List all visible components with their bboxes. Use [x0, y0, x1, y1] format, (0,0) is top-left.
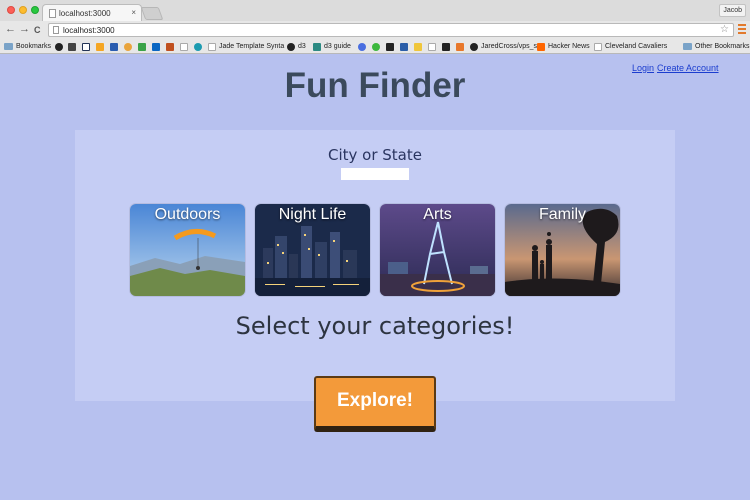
new-tab-button[interactable] — [140, 7, 164, 20]
linkedin-icon — [152, 42, 160, 51]
city-input[interactable] — [341, 168, 409, 180]
bookmark-jaredcross[interactable]: JaredCross/vps_set — [470, 41, 543, 52]
city-label: City or State — [328, 146, 422, 164]
create-account-link[interactable]: Create Account — [657, 63, 719, 73]
bookmark-d3[interactable]: d3 — [287, 41, 306, 52]
bookmark-icon-2[interactable] — [96, 41, 107, 52]
bookmark-label: JaredCross/vps_set — [481, 43, 543, 50]
bookmark-icon-16[interactable] — [456, 41, 467, 52]
page-icon — [428, 42, 436, 51]
bookmark-label: d3 guide — [324, 43, 351, 50]
category-label: Night Life — [278, 206, 347, 223]
minimize-window-button[interactable] — [19, 6, 27, 14]
folder-icon — [4, 43, 13, 50]
category-card-family[interactable]: Family — [505, 204, 620, 296]
bookmark-label: Jade Template Synta — [219, 43, 285, 50]
bookmark-icon-8[interactable] — [194, 41, 205, 52]
login-link[interactable]: Login — [632, 63, 654, 73]
browser-menu-icon[interactable] — [738, 24, 746, 34]
bookmark-label: d3 — [298, 43, 306, 50]
bookmark-icon-13[interactable] — [414, 41, 425, 52]
star-icon[interactable]: ☆ — [720, 24, 729, 35]
github-bookmark[interactable] — [55, 41, 66, 52]
bookmark-icon-3[interactable] — [110, 41, 121, 52]
bookmark-label: Cleveland Cavaliers — [605, 43, 668, 50]
bookmarks-bar: Bookmarks Jade Template Synta d3 d3 guid… — [0, 39, 750, 54]
forward-icon[interactable]: → — [19, 24, 30, 35]
browser-tab[interactable]: localhost:3000 × — [42, 4, 142, 21]
github-icon — [470, 42, 478, 51]
hacker-news-icon — [537, 42, 545, 51]
bookmark-icon-10[interactable] — [372, 41, 383, 52]
bookmark-icon-4[interactable] — [124, 41, 135, 52]
w3c-icon — [82, 42, 90, 51]
linkedin-bookmark[interactable] — [152, 41, 163, 52]
page-icon — [594, 42, 602, 51]
bookmark-icon-15[interactable] — [442, 41, 453, 52]
bookmark-icon-5[interactable] — [138, 41, 149, 52]
tab-strip: localhost:3000 × Jacob — [0, 0, 750, 21]
category-card-outdoors[interactable]: Outdoors — [130, 204, 245, 296]
category-label: Arts — [423, 206, 452, 223]
profile-button[interactable]: Jacob — [719, 4, 746, 17]
back-icon[interactable]: ← — [5, 24, 16, 35]
tab-title: localhost:3000 — [59, 9, 111, 18]
bookmark-icon-7[interactable] — [180, 41, 191, 52]
github-icon — [287, 42, 295, 51]
page-icon — [53, 26, 59, 34]
orange-icon — [96, 42, 104, 51]
category-prompt: Select your categories! — [235, 312, 515, 340]
bookmark-cavaliers[interactable]: Cleveland Cavaliers — [594, 41, 667, 52]
category-label: Family — [538, 206, 587, 223]
d3-icon — [313, 42, 321, 51]
close-window-button[interactable] — [7, 6, 15, 14]
category-label: Outdoors — [154, 206, 221, 223]
maximize-window-button[interactable] — [31, 6, 39, 14]
bookmarks-folder[interactable]: Bookmarks — [4, 41, 51, 52]
search-panel: City or State Outdoors Night Life Arts F… — [75, 130, 675, 401]
address-bar[interactable]: localhost:3000 ☆ — [48, 23, 734, 37]
bookmark-jade[interactable]: Jade Template Synta — [208, 41, 284, 52]
tab-close-icon[interactable]: × — [131, 8, 136, 17]
smiley-icon — [124, 42, 132, 51]
category-card-night-life[interactable]: Night Life — [255, 204, 370, 296]
blue-icon — [110, 42, 118, 51]
bookmark-d3-guide[interactable]: d3 guide — [313, 41, 351, 52]
explore-button[interactable]: Explore! — [314, 376, 436, 432]
page-icon — [49, 9, 56, 18]
orange-icon — [456, 42, 464, 51]
teal-icon — [194, 42, 202, 51]
blue-square-icon — [400, 42, 408, 51]
bookmark-icon-14[interactable] — [428, 41, 439, 52]
browser-chrome: localhost:3000 × Jacob ← → C localhost:3… — [0, 0, 750, 54]
blue-dot-icon — [358, 42, 366, 51]
other-bookmarks-label: Other Bookmarks — [695, 43, 750, 50]
folder-icon — [683, 43, 692, 50]
bookmarks-folder-label: Bookmarks — [16, 43, 52, 50]
w3c-bookmark[interactable] — [82, 41, 93, 52]
reload-icon[interactable]: C — [34, 25, 41, 36]
bookmark-hacker-news[interactable]: Hacker News — [537, 41, 590, 52]
black-icon — [386, 42, 394, 51]
category-card-arts[interactable]: Arts — [380, 204, 495, 296]
green-icon — [138, 42, 146, 51]
github-icon — [55, 42, 63, 51]
bookmark-icon-9[interactable] — [358, 41, 369, 52]
browser-toolbar: ← → C localhost:3000 ☆ — [0, 21, 750, 39]
dark-square-icon — [68, 42, 76, 51]
url-text[interactable]: localhost:3000 — [63, 26, 115, 35]
other-bookmarks[interactable]: Other Bookmarks — [683, 41, 749, 52]
bookmark-icon-1[interactable] — [68, 41, 79, 52]
orange-square-icon — [166, 42, 174, 51]
bookmark-icon-6[interactable] — [166, 41, 177, 52]
bookmark-icon-11[interactable] — [386, 41, 397, 52]
page-icon — [208, 42, 216, 51]
yellow-icon — [414, 42, 422, 51]
u-icon — [442, 42, 450, 51]
bookmark-icon-12[interactable] — [400, 41, 411, 52]
bookmark-label: Hacker News — [548, 43, 590, 50]
page-icon — [180, 42, 188, 51]
green-dot-icon — [372, 42, 380, 51]
